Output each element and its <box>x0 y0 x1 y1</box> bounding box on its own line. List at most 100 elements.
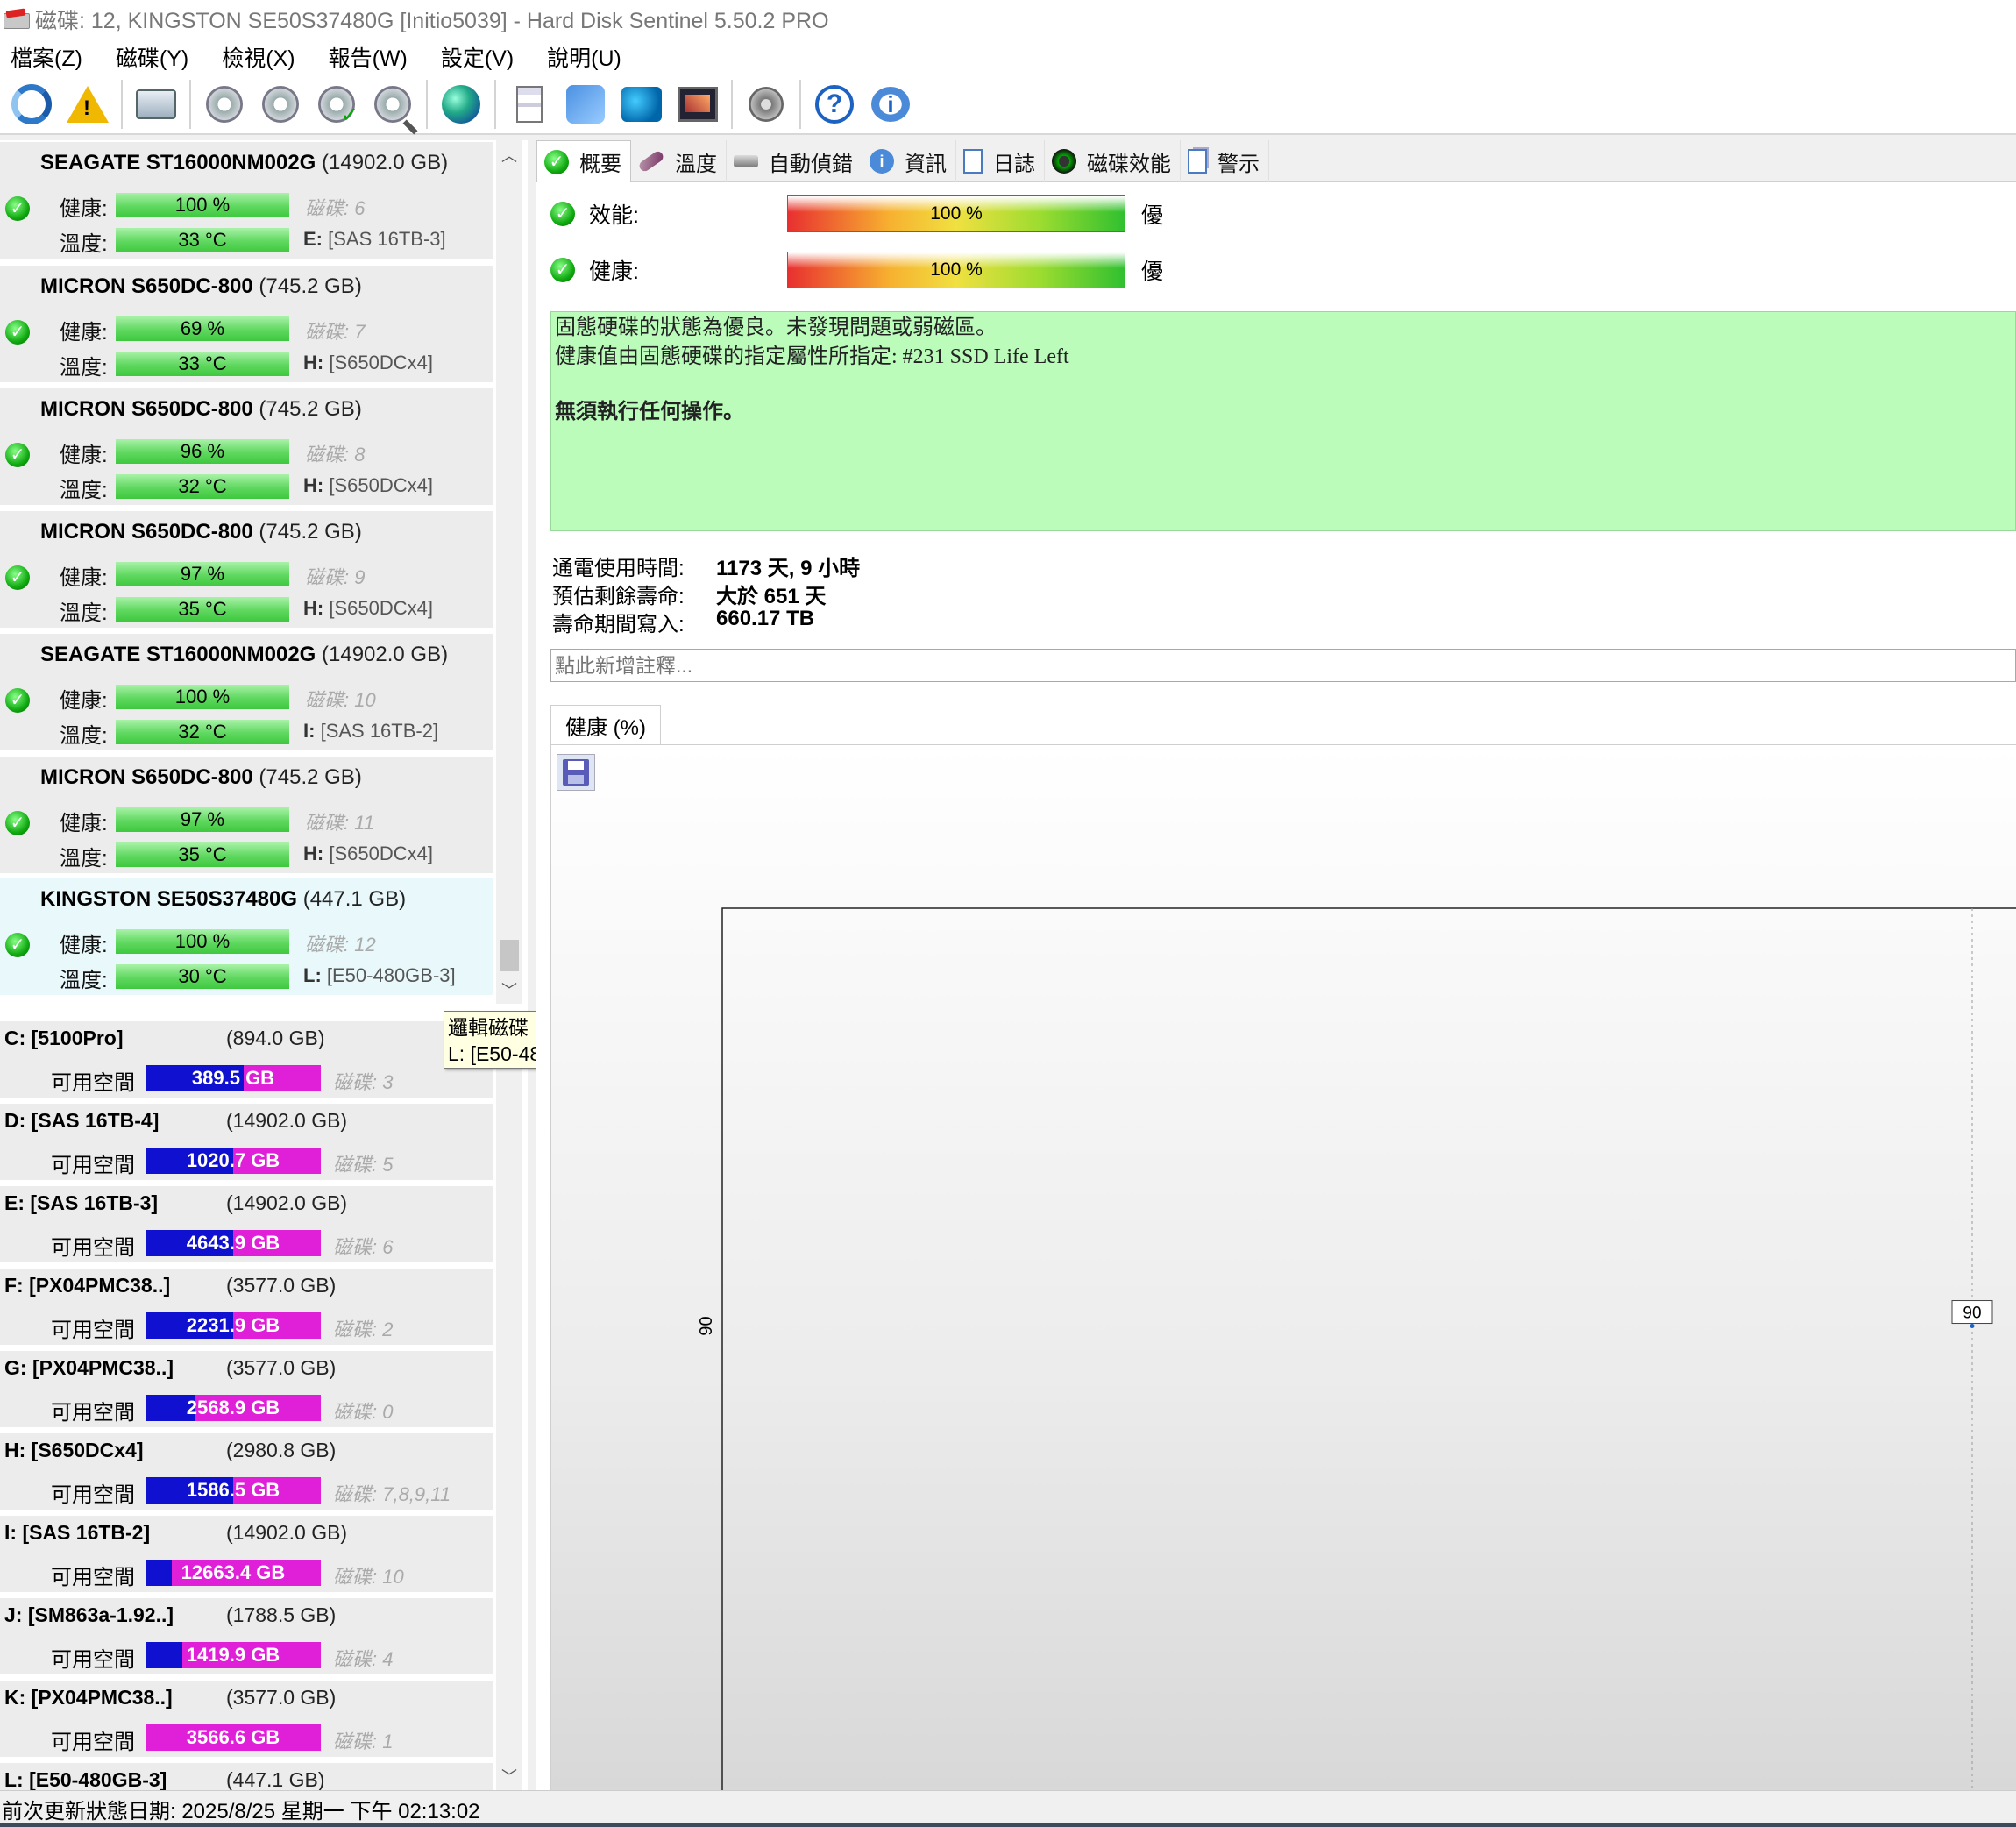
temperature-label: 溫度: <box>60 601 108 625</box>
tab-check[interactable]: ✓ 概要 <box>536 140 631 182</box>
volume-name: [S650DCx4] <box>329 597 433 619</box>
help-icon: ? <box>815 85 854 124</box>
disk-capacity: (14902.0 GB) <box>322 643 449 666</box>
volume-card[interactable]: H: [S650DCx4] (2980.8 GB) 可用空間 1586.5 GB 磁碟:… <box>0 1433 493 1512</box>
disk-list: SEAGATE ST16000NM002G (14902.0 GB) ✓ 健康: 10… <box>0 140 493 1004</box>
save-chart-button[interactable] <box>557 754 595 791</box>
tab-thermometer[interactable]: 溫度 <box>631 140 727 182</box>
menu-item[interactable]: 設定(V) <box>430 41 524 73</box>
volume-capacity: (2980.8 GB) <box>226 1439 337 1461</box>
toolbar-button[interactable] <box>61 78 114 131</box>
volume-list-scrollbar[interactable]: ﹀ <box>496 1021 522 1790</box>
temperature-bar: 33 °C <box>116 352 289 376</box>
check-icon: ✓ <box>544 149 569 174</box>
tab-health-chart[interactable]: 健康 (%) <box>550 705 661 745</box>
volume-card[interactable]: F: [PX04PMC38..] (3577.0 GB) 可用空間 2231.9 GB… <box>0 1269 493 1347</box>
free-space-label: 可用空間 <box>51 1236 135 1260</box>
disk-card[interactable]: SEAGATE ST16000NM002G (14902.0 GB) ✓ 健康: 10… <box>0 142 493 261</box>
toolbar-button[interactable] <box>615 78 668 131</box>
status-line: 健康值由固態硬碟的指定屬性所指定: #231 SSD Life Left <box>555 345 1069 368</box>
tab-disk[interactable]: 自動偵錯 <box>727 140 862 182</box>
menu-item[interactable]: 說明(U) <box>536 41 632 73</box>
scroll-thumb[interactable] <box>500 940 519 971</box>
disk-card[interactable]: MICRON S650DC-800 (745.2 GB) ✓ 健康: 69 % 磁碟: … <box>0 266 493 385</box>
toolbar-button[interactable] <box>435 78 487 131</box>
toolbar-button[interactable] <box>310 78 363 131</box>
free-space-bar: 1020.7 GB <box>146 1148 321 1174</box>
toolbar-separator <box>494 80 496 129</box>
disk-number: 磁碟: 6 <box>305 197 366 219</box>
volume-card[interactable]: G: [PX04PMC38..] (3577.0 GB) 可用空間 2568.9 GB… <box>0 1351 493 1430</box>
disk-title: MICRON S650DC-800 (745.2 GB) <box>40 397 362 422</box>
free-space-label: 可用空間 <box>51 1154 135 1177</box>
toolbar-button[interactable]: ? <box>808 78 861 131</box>
volume-card[interactable]: E: [SAS 16TB-3] (14902.0 GB) 可用空間 4643.9 GB… <box>0 1186 493 1265</box>
toolbar-button[interactable] <box>5 78 58 131</box>
volume-card[interactable]: J: [SM863a-1.92..] (1788.5 GB) 可用空間 1419.9 … <box>0 1598 493 1677</box>
disk-card[interactable]: SEAGATE ST16000NM002G (14902.0 GB) ✓ 健康: 10… <box>0 634 493 753</box>
disk-title: KINGSTON SE50S37480G (447.1 GB) <box>40 887 406 912</box>
disk-title: SEAGATE ST16000NM002G (14902.0 GB) <box>40 151 448 175</box>
volume-disk-number: 磁碟: 3 <box>333 1071 394 1093</box>
health-chart-panel: 90 90 <box>550 745 2016 1790</box>
scroll-down-icon[interactable]: ﹀ <box>496 977 522 1003</box>
health-bar: 97 % <box>116 807 289 832</box>
disk-card[interactable]: MICRON S650DC-800 (745.2 GB) ✓ 健康: 97 % 磁碟: … <box>0 757 493 876</box>
volume-disk-number: 磁碟: 10 <box>333 1566 404 1588</box>
health-label: 健康: <box>60 197 108 221</box>
info-icon: i <box>871 87 910 122</box>
disk-list-scrollbar[interactable]: ︿ ﹀ <box>496 140 522 1004</box>
menu-item[interactable]: 檔案(Z) <box>0 41 93 73</box>
menu-item[interactable]: 磁碟(Y) <box>105 41 199 73</box>
tab-alert[interactable]: 警示 <box>1181 140 1269 182</box>
sync-icon <box>566 85 605 124</box>
menu-item[interactable]: 檢視(X) <box>211 41 305 73</box>
toolbar-button[interactable] <box>198 78 251 131</box>
volume-card[interactable]: C: [5100Pro] (894.0 GB) 可用空間 389.5 GB 磁碟: 3 <box>0 1021 493 1100</box>
toolbar-button[interactable] <box>559 78 612 131</box>
menu-item[interactable]: 報告(W) <box>318 41 418 73</box>
volume-disk-number: 磁碟: 1 <box>333 1731 394 1752</box>
tab-info[interactable]: i 資訊 <box>862 140 956 182</box>
toolbar-button[interactable] <box>671 78 724 131</box>
volume-card[interactable]: D: [SAS 16TB-4] (14902.0 GB) 可用空間 1020.7 GB… <box>0 1104 493 1183</box>
temperature-bar: 30 °C <box>116 964 289 989</box>
disk-card[interactable]: MICRON S650DC-800 (745.2 GB) ✓ 健康: 96 % 磁碟: … <box>0 388 493 508</box>
tab-label: 溫度 <box>675 152 717 176</box>
volume-capacity: (3577.0 GB) <box>226 1274 337 1297</box>
disk-capacity: (447.1 GB) <box>302 887 407 911</box>
health-label: 健康: <box>60 689 108 713</box>
tab-label: 警示 <box>1217 152 1260 176</box>
volume-letter: L: <box>303 964 322 986</box>
scroll-up-icon[interactable]: ︿ <box>496 142 522 168</box>
volume-card[interactable]: K: [PX04PMC38..] (3577.0 GB) 可用空間 3566.6 GB… <box>0 1681 493 1759</box>
health-chart: 90 90 <box>697 907 2016 1790</box>
volume-card[interactable]: L: [E50-480GB-3](447.1 GB)可用空間 <box>0 1763 493 1790</box>
disk-card[interactable]: KINGSTON SE50S37480G (447.1 GB) ✓ 健康: 100 %… <box>0 878 493 998</box>
toolbar-button[interactable] <box>740 78 792 131</box>
comment-input[interactable] <box>550 649 2016 682</box>
volume-name: H: [S650DCx4] <box>4 1439 144 1461</box>
volume-letter: H: <box>303 842 324 864</box>
title-bar: 磁碟: 12, KINGSTON SE50S37480G [Initio5039… <box>0 0 2016 39</box>
health-grade: 優 <box>1141 259 1164 284</box>
disk-title: MICRON S650DC-800 (745.2 GB) <box>40 520 362 544</box>
health-row: ✓ 健康: 100 % 優 <box>550 252 1163 288</box>
tab-log[interactable]: 日誌 <box>956 140 1045 182</box>
volume-name: K: [PX04PMC38..] <box>4 1686 173 1709</box>
toolbar-button[interactable] <box>254 78 307 131</box>
disk-card[interactable]: MICRON S650DC-800 (745.2 GB) ✓ 健康: 97 % 磁碟: … <box>0 511 493 630</box>
tab-performance[interactable]: 磁碟效能 <box>1045 140 1181 182</box>
free-space-bar: 389.5 GB <box>146 1065 321 1091</box>
toolbar-button[interactable]: i <box>864 78 917 131</box>
volume-name: [S650DCx4] <box>329 842 433 864</box>
volume-reference: H: [S650DCx4] <box>303 474 433 497</box>
scroll-down-icon[interactable]: ﹀ <box>496 1763 522 1789</box>
toolbar-button[interactable] <box>366 78 419 131</box>
volume-card[interactable]: I: [SAS 16TB-2] (14902.0 GB) 可用空間 12663.4 G… <box>0 1516 493 1595</box>
toolbar-button[interactable] <box>130 78 182 131</box>
volume-letter: E: <box>303 228 323 250</box>
toolbar-button[interactable] <box>503 78 556 131</box>
temperature-label: 溫度: <box>60 969 108 992</box>
free-space-label: 可用空間 <box>51 1648 135 1672</box>
